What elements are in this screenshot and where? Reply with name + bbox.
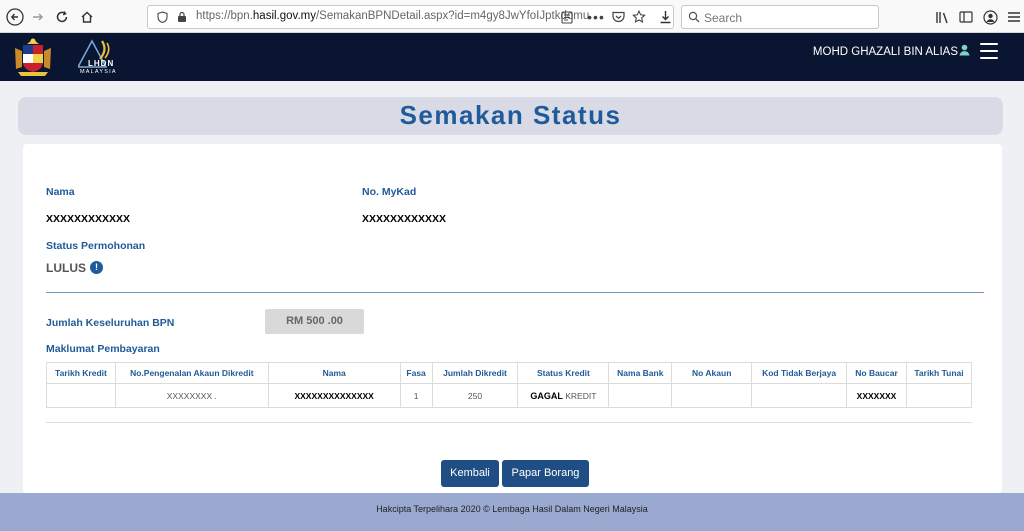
title-bar: Semakan Status [18, 97, 1003, 135]
more-actions-icon[interactable]: ••• [587, 9, 604, 25]
col-kod-tidak-berjaya: Kod Tidak Berjaya [751, 362, 848, 384]
status-permohonan-value: LULUS [46, 261, 86, 275]
cell-baucar: XXXXXXX [846, 383, 907, 408]
kembali-button[interactable]: Kembali [441, 460, 499, 487]
cell-tarikh-tunai [905, 383, 973, 408]
menu-icon[interactable] [1004, 7, 1024, 27]
col-no-baucar: No Baucar [846, 362, 907, 384]
status-permohonan-label: Status Permohonan [46, 240, 146, 252]
cell-nama-bank [608, 383, 673, 408]
papar-borang-button[interactable]: Papar Borang [502, 460, 589, 487]
col-tarikh-tunai: Tarikh Tunai [905, 362, 973, 384]
col-nama: Nama [267, 362, 401, 384]
col-nama-bank: Nama Bank [608, 362, 673, 384]
col-tarikh-kredit: Tarikh Kredit [46, 362, 116, 384]
library-icon[interactable] [932, 7, 952, 27]
nama-value: XXXXXXXXXXXX [46, 213, 131, 225]
hamburger-menu-icon[interactable] [980, 43, 998, 60]
sidebar-icon[interactable] [956, 7, 976, 27]
col-fasa: Fasa [399, 362, 433, 384]
url-text: https://bpn.hasil.gov.my/SemakanBPNDetai… [196, 10, 590, 22]
cell-nama: XXXXXXXXXXXXXX [267, 383, 401, 408]
back-icon[interactable] [4, 6, 26, 28]
download-icon[interactable] [655, 7, 675, 27]
col-status-kredit: Status Kredit [517, 362, 610, 384]
reload-icon[interactable] [51, 6, 73, 28]
cell-status-kredit: GAGAL KREDIT [517, 383, 610, 408]
mykad-label: No. MyKad [362, 186, 417, 198]
lock-icon[interactable] [174, 9, 190, 25]
user-name[interactable]: MOHD GHAZALI BIN ALIAS [813, 46, 958, 58]
jumlah-bpn-label: Jumlah Keseluruhan BPN [46, 317, 175, 329]
table-row: XXXXXXXX . XXXXXXXXXXXXXX 1 250 GAGAL KR… [46, 383, 973, 408]
cell-no-akaun [671, 383, 753, 408]
bookmark-star-icon[interactable] [631, 9, 647, 25]
mykad-value: XXXXXXXXXXXX [362, 213, 447, 225]
info-icon[interactable]: ! [90, 261, 103, 274]
section-divider [46, 292, 984, 293]
footer-text: Hakcipta Terpelihara 2020 © Lembaga Hasi… [376, 504, 648, 514]
bottom-divider [46, 422, 972, 423]
shield-icon[interactable] [154, 9, 170, 25]
payment-table: Tarikh Kredit No.Pengenalan Akaun Dikred… [46, 362, 973, 408]
account-icon[interactable] [980, 7, 1000, 27]
search-icon [686, 9, 702, 25]
status-kredit-text: KREDIT [562, 390, 597, 401]
malaysia-crest-logo [8, 36, 58, 78]
user-icon[interactable] [959, 44, 970, 59]
lhdn-logo: LHDN MALAYSIA [76, 37, 136, 77]
col-no-akaun: No Akaun [671, 362, 753, 384]
page-title: Semakan Status [399, 100, 622, 130]
col-jumlah-dikredit: Jumlah Dikredit [431, 362, 519, 384]
browser-search-input[interactable]: Search [681, 5, 879, 29]
status-gagal: GAGAL [530, 390, 563, 401]
url-bar[interactable]: https://bpn.hasil.gov.my/SemakanBPNDetai… [147, 5, 674, 29]
cell-akaun: XXXXXXXX . [114, 383, 269, 408]
footer: Hakcipta Terpelihara 2020 © Lembaga Hasi… [0, 493, 1024, 531]
browser-toolbar: https://bpn.hasil.gov.my/SemakanBPNDetai… [0, 0, 1024, 33]
cell-tarikh-kredit [46, 383, 116, 408]
search-placeholder: Search [704, 11, 743, 25]
nama-label: Nama [46, 186, 75, 198]
cell-fasa: 1 [399, 383, 433, 408]
col-akaun-dikredit: No.Pengenalan Akaun Dikredit [114, 362, 269, 384]
jumlah-bpn-value: RM 500 .00 [265, 309, 364, 334]
maklumat-pembayaran-label: Maklumat Pembayaran [46, 343, 160, 355]
forward-icon[interactable] [27, 6, 49, 28]
cell-jumlah: 250 [431, 383, 519, 408]
pocket-icon[interactable] [610, 9, 626, 25]
cell-kod [751, 383, 848, 408]
home-icon[interactable] [76, 6, 98, 28]
logo-subtext: MALAYSIA [80, 69, 117, 75]
app-header: LHDN MALAYSIA MOHD GHAZALI BIN ALIAS [0, 33, 1024, 81]
reader-view-icon[interactable] [559, 9, 575, 25]
logo-text: LHDN [88, 59, 115, 68]
table-header-row: Tarikh Kredit No.Pengenalan Akaun Dikred… [46, 362, 973, 384]
